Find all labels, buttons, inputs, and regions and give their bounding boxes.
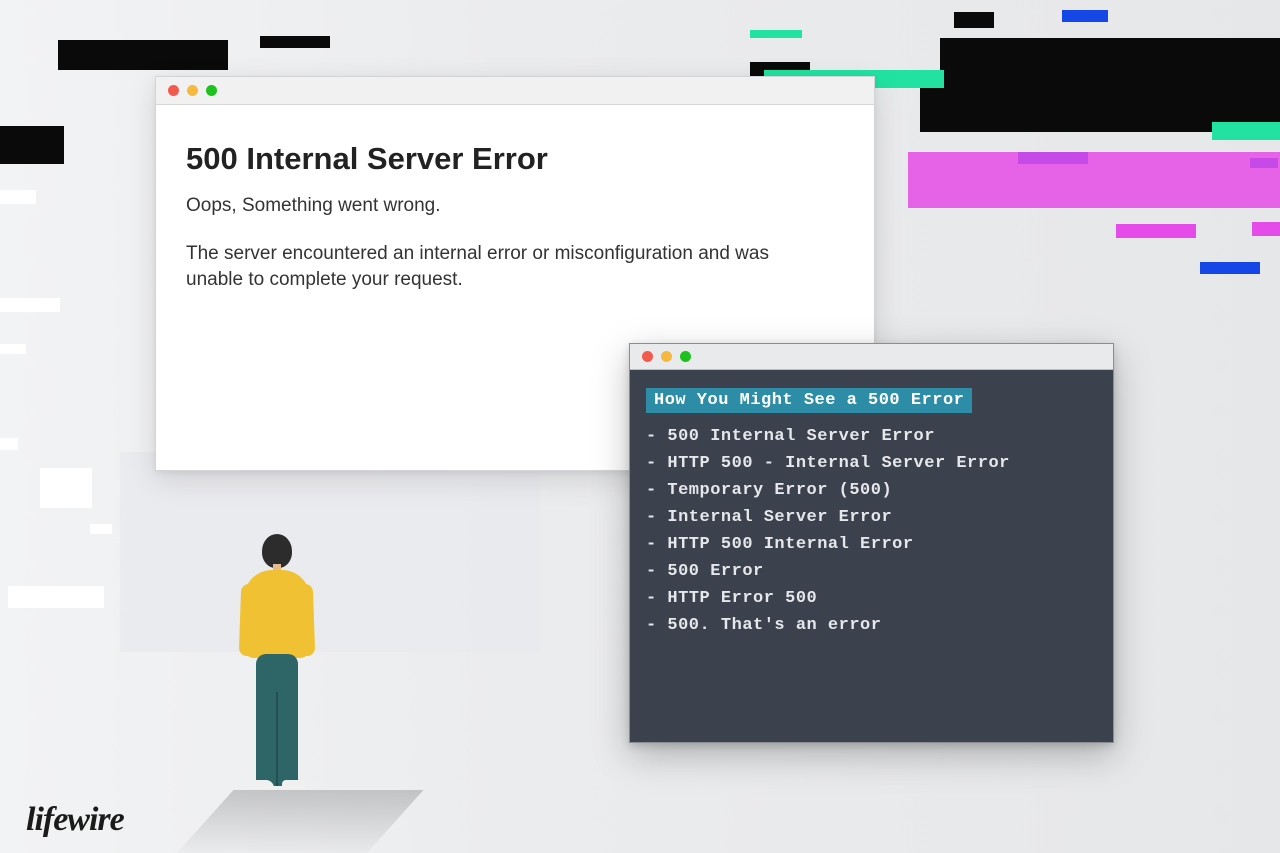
browser-titlebar: [156, 77, 874, 105]
list-item: 500 Error: [646, 562, 1097, 581]
glitch-block: [58, 40, 228, 70]
glitch-white: [0, 190, 36, 204]
glitch-white: [0, 438, 18, 450]
glitch-blue: [1062, 10, 1108, 22]
glitch-white: [90, 524, 112, 534]
minimize-icon[interactable]: [661, 351, 672, 362]
person-shadow: [170, 790, 423, 853]
browser-body: 500 Internal Server Error Oops, Somethin…: [156, 105, 874, 329]
brand-logo: lifewire: [26, 801, 124, 839]
glitch-magenta: [908, 152, 1280, 208]
close-icon[interactable]: [168, 85, 179, 96]
glitch-teal: [1212, 122, 1280, 140]
terminal-heading: How You Might See a 500 Error: [646, 388, 972, 413]
glitch-blue: [1200, 262, 1260, 274]
glitch-magenta: [1252, 222, 1280, 236]
minimize-icon[interactable]: [187, 85, 198, 96]
glitch-block: [954, 12, 994, 28]
close-icon[interactable]: [642, 351, 653, 362]
list-item: 500. That's an error: [646, 616, 1097, 635]
glitch-block: [0, 126, 64, 164]
terminal-window: How You Might See a 500 Error 500 Intern…: [629, 343, 1114, 743]
list-item: HTTP 500 - Internal Server Error: [646, 454, 1097, 473]
error-description: The server encountered an internal error…: [186, 241, 826, 293]
maximize-icon[interactable]: [680, 351, 691, 362]
terminal-error-list: 500 Internal Server Error HTTP 500 - Int…: [646, 427, 1097, 635]
list-item: Internal Server Error: [646, 508, 1097, 527]
glitch-white: [40, 468, 92, 508]
glitch-block: [940, 38, 1280, 88]
terminal-body: How You Might See a 500 Error 500 Intern…: [630, 370, 1113, 661]
glitch-white: [0, 344, 26, 354]
glitch-block: [260, 36, 330, 48]
list-item: 500 Internal Server Error: [646, 427, 1097, 446]
glitch-white: [8, 586, 104, 608]
person-illustration: [228, 534, 318, 794]
glitch-white: [0, 298, 60, 312]
error-subtitle: Oops, Something went wrong.: [186, 195, 844, 217]
list-item: Temporary Error (500): [646, 481, 1097, 500]
list-item: HTTP 500 Internal Error: [646, 535, 1097, 554]
glitch-magenta: [1116, 224, 1196, 238]
terminal-titlebar: [630, 344, 1113, 370]
glitch-gray: [120, 452, 540, 652]
list-item: HTTP Error 500: [646, 589, 1097, 608]
glitch-teal: [750, 30, 802, 38]
maximize-icon[interactable]: [206, 85, 217, 96]
error-title: 500 Internal Server Error: [186, 141, 844, 177]
